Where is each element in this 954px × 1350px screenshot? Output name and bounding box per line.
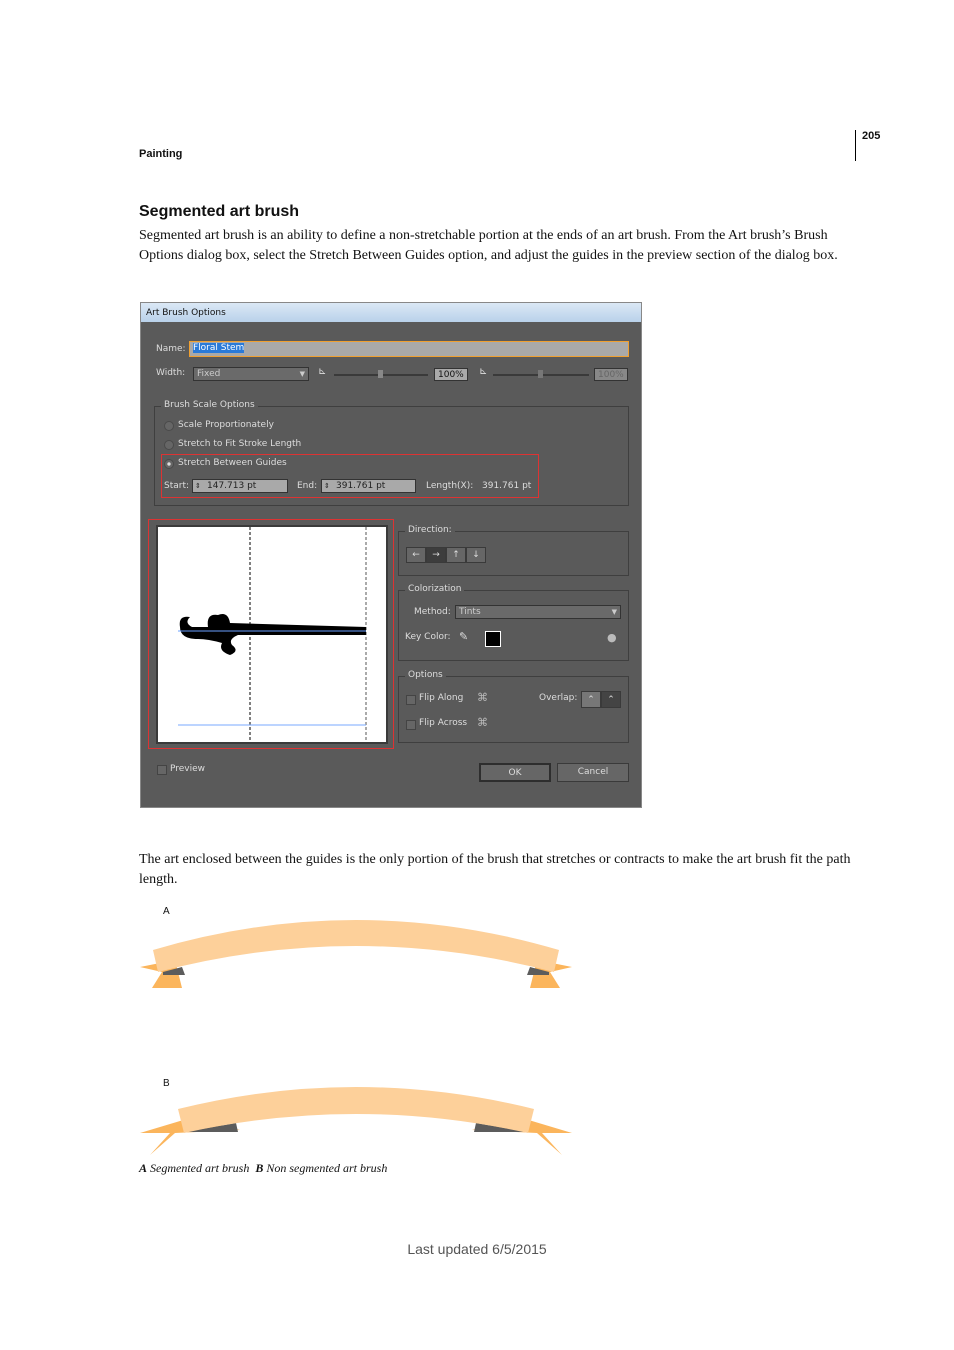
- length-label: Length(X):: [426, 481, 474, 491]
- intro-paragraph: Segmented art brush is an ability to def…: [139, 228, 838, 263]
- ribbon-figure: [140, 920, 572, 1155]
- slider-handle[interactable]: [538, 370, 543, 378]
- lightbulb-tips-icon[interactable]: ●: [607, 631, 617, 644]
- stepper-icon[interactable]: ⇕: [195, 480, 201, 493]
- page: Painting 205 Segmented art brush Segment…: [0, 0, 954, 1350]
- flip-across-checkbox[interactable]: [406, 720, 416, 730]
- end-input[interactable]: ⇕ 391.761 pt: [321, 479, 416, 493]
- page-number: 205: [862, 130, 881, 142]
- stepper-icon[interactable]: ⇕: [324, 480, 330, 493]
- arrow-down-icon: ↓: [472, 550, 480, 560]
- preview-label: Preview: [170, 764, 206, 774]
- slider-handle[interactable]: [378, 370, 383, 378]
- scale-proportionately-radio[interactable]: [164, 421, 174, 431]
- chevron-down-icon: ▼: [611, 608, 617, 616]
- width-dropdown[interactable]: Fixed ▼: [193, 367, 309, 381]
- running-head: Painting: [139, 148, 183, 160]
- stretch-to-fit-radio[interactable]: [164, 440, 174, 450]
- caption-letter-b: B: [255, 1161, 264, 1175]
- direction-down-button[interactable]: ↓: [466, 547, 486, 563]
- caption-a: Segmented art brush: [150, 1161, 250, 1175]
- dialog-title: Art Brush Options: [146, 308, 226, 318]
- options-group: Options: [398, 670, 629, 743]
- group-label: Direction:: [405, 525, 455, 535]
- width-label: Width:: [156, 368, 186, 378]
- width-taper-icon: ⊾: [318, 366, 327, 377]
- non-segmented-ribbon: [140, 1087, 572, 1155]
- group-label: Colorization: [405, 584, 465, 594]
- width-taper-icon: ⊾: [479, 366, 488, 377]
- stretch-to-fit-label: Stretch to Fit Stroke Length: [178, 439, 302, 449]
- start-input[interactable]: ⇕ 147.713 pt: [192, 479, 288, 493]
- name-label: Name:: [156, 344, 186, 354]
- stretch-between-guides-radio[interactable]: [164, 459, 174, 469]
- divider: [855, 130, 856, 161]
- brush-preview-canvas[interactable]: [156, 525, 388, 744]
- preview-checkbox[interactable]: [157, 765, 167, 775]
- overlap-icon: ⌃: [607, 695, 615, 705]
- scale-proportionately-label: Scale Proportionately: [178, 420, 274, 430]
- chevron-down-icon: ▼: [299, 370, 305, 378]
- segmented-ribbon: [140, 920, 572, 988]
- slider1-value-field[interactable]: 100%: [434, 368, 468, 381]
- section-heading: Segmented art brush: [139, 203, 300, 220]
- direction-left-button[interactable]: ←: [406, 547, 426, 563]
- arrow-left-icon: ←: [412, 550, 420, 560]
- brush-preview-art: [178, 527, 367, 742]
- colorization-group: Colorization: [398, 584, 629, 661]
- arrow-up-icon: ↑: [452, 550, 460, 560]
- end-value: 391.761 pt: [336, 481, 386, 491]
- caption-b: Non segmented art brush: [266, 1161, 388, 1175]
- caption-letter-a: A: [139, 1161, 148, 1175]
- method-dropdown[interactable]: Tints ▼: [455, 605, 621, 619]
- ok-button[interactable]: OK: [479, 763, 551, 782]
- width-value: Fixed: [197, 369, 221, 379]
- end-label: End:: [297, 481, 318, 491]
- flip-along-label: Flip Along: [419, 693, 464, 703]
- method-label: Method:: [414, 607, 451, 617]
- key-color-label: Key Color:: [405, 632, 451, 642]
- flip-along-icon: ⌘: [477, 691, 488, 704]
- footer-last-updated: Last updated 6/5/2015: [407, 1241, 547, 1257]
- art-brush-options-dialog: Art Brush Options Name: Floral Stem Widt…: [140, 302, 642, 808]
- dialog-titlebar: Art Brush Options: [141, 303, 641, 322]
- flip-across-label: Flip Across: [419, 718, 468, 728]
- body-paragraph: The art enclosed between the guides is t…: [139, 852, 851, 887]
- arrow-right-icon: →: [432, 550, 440, 560]
- name-value: Floral Stem: [193, 343, 245, 353]
- stretch-between-guides-label: Stretch Between Guides: [178, 458, 287, 468]
- slider2-value-field[interactable]: 100%: [594, 368, 628, 381]
- overlap-label: Overlap:: [539, 693, 578, 703]
- start-value: 147.713 pt: [207, 481, 257, 491]
- floral-stem-art: [179, 614, 366, 655]
- eyedropper-icon[interactable]: ✎: [459, 630, 468, 643]
- start-label: Start:: [164, 481, 190, 491]
- key-color-swatch[interactable]: [485, 631, 501, 647]
- group-label: Brush Scale Options: [161, 400, 258, 410]
- group-label: Options: [405, 670, 446, 680]
- direction-up-button[interactable]: ↑: [446, 547, 466, 563]
- overlap-adjust-button[interactable]: ⌃: [581, 691, 601, 708]
- direction-right-button[interactable]: →: [426, 547, 446, 563]
- length-value: 391.761 pt: [482, 481, 532, 491]
- cancel-button[interactable]: Cancel: [557, 763, 629, 782]
- name-input[interactable]: Floral Stem: [189, 341, 629, 357]
- overlap-icon: ⌃: [587, 695, 595, 705]
- flip-across-icon: ⌘: [477, 716, 488, 729]
- figure-caption: A Segmented art brush B Non segmented ar…: [139, 1161, 387, 1176]
- method-value: Tints: [459, 607, 481, 617]
- overlap-none-button[interactable]: ⌃: [601, 691, 621, 708]
- flip-along-checkbox[interactable]: [406, 695, 416, 705]
